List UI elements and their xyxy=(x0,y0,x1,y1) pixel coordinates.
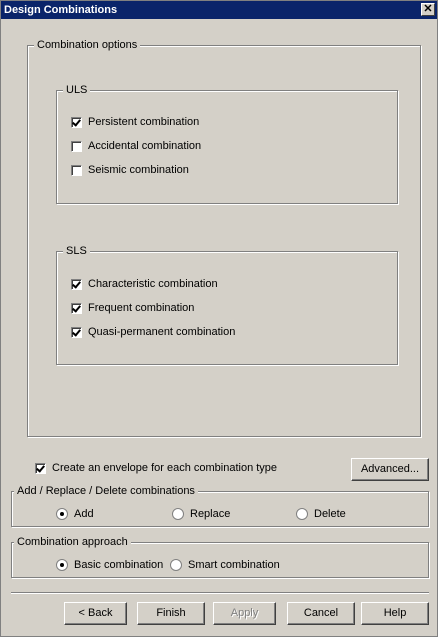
title-bar[interactable]: Design Combinations ✕ xyxy=(1,1,437,19)
frequent-combination-label: Frequent combination xyxy=(88,302,195,314)
basic-combination-label: Basic combination xyxy=(74,559,164,571)
checkbox-box[interactable] xyxy=(71,164,82,176)
persistent-combination-checkbox[interactable]: Persistent combination xyxy=(71,115,199,129)
checkbox-box[interactable] xyxy=(71,326,82,338)
window-title: Design Combinations xyxy=(4,4,118,16)
replace-label: Replace xyxy=(190,508,231,520)
characteristic-combination-label: Characteristic combination xyxy=(88,278,218,290)
checkbox-box[interactable] xyxy=(71,140,82,152)
radio-button[interactable] xyxy=(56,559,68,571)
sls-group: SLS Characteristic combination Frequent … xyxy=(56,244,398,365)
combination-options-group: Combination options ULS Persistent combi… xyxy=(27,38,421,437)
add-replace-delete-group: Add / Replace / Delete combinations Add … xyxy=(11,484,429,527)
combination-approach-label: Combination approach xyxy=(14,535,131,549)
design-combinations-dialog: Design Combinations ✕ Combination option… xyxy=(0,0,438,637)
button-divider xyxy=(11,592,429,594)
characteristic-combination-checkbox[interactable]: Characteristic combination xyxy=(71,277,218,291)
envelope-label: Create an envelope for each combination … xyxy=(52,462,278,474)
radio-button[interactable] xyxy=(296,508,308,520)
checkbox-box[interactable] xyxy=(35,462,46,474)
envelope-checkbox[interactable]: Create an envelope for each combination … xyxy=(35,461,277,475)
add-radio[interactable]: Add xyxy=(56,507,94,521)
frequent-combination-checkbox[interactable]: Frequent combination xyxy=(71,301,194,315)
accidental-combination-label: Accidental combination xyxy=(88,140,202,152)
radio-button[interactable] xyxy=(170,559,182,571)
smart-combination-radio[interactable]: Smart combination xyxy=(170,558,280,572)
checkbox-box[interactable] xyxy=(71,116,82,128)
combination-options-label: Combination options xyxy=(34,38,141,52)
delete-radio[interactable]: Delete xyxy=(296,507,346,521)
close-icon: ✕ xyxy=(423,3,433,15)
finish-button[interactable]: Finish xyxy=(137,602,205,625)
persistent-combination-label: Persistent combination xyxy=(88,116,200,128)
close-button[interactable]: ✕ xyxy=(421,3,435,16)
seismic-combination-checkbox[interactable]: Seismic combination xyxy=(71,163,189,177)
delete-label: Delete xyxy=(314,508,346,520)
checkbox-box[interactable] xyxy=(71,278,82,290)
radio-button[interactable] xyxy=(172,508,184,520)
combination-approach-group: Combination approach Basic combination S… xyxy=(11,535,429,578)
replace-radio[interactable]: Replace xyxy=(172,507,230,521)
sls-label: SLS xyxy=(63,244,90,258)
quasi-permanent-combination-checkbox[interactable]: Quasi-permanent combination xyxy=(71,325,235,339)
checkbox-box[interactable] xyxy=(71,302,82,314)
back-button[interactable]: < Back xyxy=(64,602,127,625)
cancel-button[interactable]: Cancel xyxy=(287,602,355,625)
advanced-button[interactable]: Advanced... xyxy=(351,458,429,481)
quasi-permanent-combination-label: Quasi-permanent combination xyxy=(88,326,236,338)
basic-combination-radio[interactable]: Basic combination xyxy=(56,558,163,572)
help-button[interactable]: Help xyxy=(361,602,429,625)
accidental-combination-checkbox[interactable]: Accidental combination xyxy=(71,139,201,153)
radio-button[interactable] xyxy=(56,508,68,520)
smart-combination-label: Smart combination xyxy=(188,559,280,571)
add-replace-delete-label: Add / Replace / Delete combinations xyxy=(14,484,198,498)
apply-button[interactable]: Apply xyxy=(213,602,276,625)
seismic-combination-label: Seismic combination xyxy=(88,164,189,176)
uls-label: ULS xyxy=(63,83,91,97)
add-label: Add xyxy=(74,508,94,520)
uls-group: ULS Persistent combination Accidental co… xyxy=(56,83,398,204)
